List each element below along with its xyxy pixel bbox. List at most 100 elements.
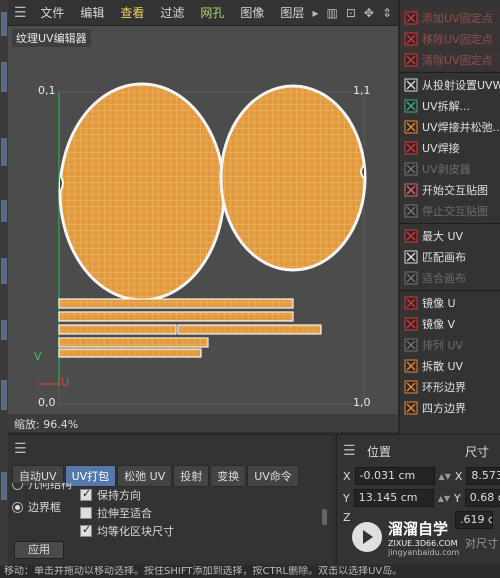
cmd-mirror-v[interactable]: 镜像 V [400, 314, 500, 334]
cmd-label: UV焊接 [422, 142, 460, 155]
menu-view[interactable]: 查看 [112, 4, 152, 21]
menu-image[interactable]: 图像 [232, 4, 272, 21]
cmd-label: 清除UV固定点 [422, 54, 493, 67]
cmd-stop-interactive-map[interactable]: 停止交互贴图 [400, 201, 500, 221]
mirror-u-icon [404, 296, 418, 310]
props-menu-icon[interactable]: ☰ [343, 443, 356, 459]
position-x-row: X -0.031 cm ▲▼ X 8.573 c [343, 467, 500, 485]
cmd-mirror-u[interactable]: 镜像 U [400, 293, 500, 313]
position-y-label: Y [343, 491, 350, 505]
panel-scrollbar[interactable] [322, 509, 327, 525]
menu-hamburger-icon[interactable]: ☰ [8, 5, 32, 21]
radio-bounding-box-label: 边界框 [28, 501, 61, 514]
size-x-label: X [454, 469, 463, 483]
bar-chart-icon[interactable]: ▥ [326, 6, 337, 20]
uv-strips[interactable] [58, 298, 322, 358]
check-stretch-fit-label: 拉伸至适合 [97, 507, 152, 520]
cmd-split-uv[interactable]: 拆散 UV [400, 356, 500, 376]
split-uv-icon [404, 359, 418, 373]
cmd-label: 镜像 V [422, 318, 456, 331]
cmd-label: 适合画布 [422, 272, 466, 285]
cmd-clear-uv-pin[interactable]: 清除UV固定点 [400, 50, 500, 70]
radio-bounding-box[interactable]: 边界框 [12, 499, 61, 515]
uv-island-left[interactable] [58, 82, 226, 302]
menu-file[interactable]: 文件 [32, 4, 72, 21]
cmd-uv-unwrap[interactable]: UV拆解... [400, 96, 500, 116]
menu-filter[interactable]: 过滤 [152, 4, 192, 21]
check-stretch-fit-box[interactable] [80, 507, 92, 519]
coord-top-right: 1,1 [353, 84, 371, 97]
check-stretch-fit[interactable]: 拉伸至适合 [80, 505, 152, 521]
tab-projection[interactable]: 投射 [173, 465, 210, 487]
cmd-quad-border[interactable]: 四方边界 [400, 398, 500, 418]
cmd-fit-canvas[interactable]: 适合画布 [400, 268, 500, 288]
move-icon[interactable]: ✥ [364, 6, 374, 20]
coord-top-left: 0,1 [38, 84, 56, 97]
position-z-label: Z [343, 511, 351, 524]
coord-bottom-left: 0,0 [38, 396, 56, 409]
weld-icon [404, 141, 418, 155]
cmd-uv-weld-relax[interactable]: UV焊接并松弛... [400, 117, 500, 137]
weld-relax-icon [404, 120, 418, 134]
cmd-maximize-uv[interactable]: 最大 UV [400, 226, 500, 246]
tab-uv-commands[interactable]: UV命令 [247, 465, 299, 487]
panel-menu-icon[interactable]: ☰ [14, 441, 27, 457]
tab-transform[interactable]: 变换 [210, 465, 247, 487]
panel-separator [400, 72, 500, 73]
cmd-ring-border[interactable]: 环形边界 [400, 377, 500, 397]
radio-geometry-dot[interactable] [12, 483, 23, 490]
position-y-spinner-icon[interactable]: ▲▼ [438, 494, 450, 503]
uv-viewport[interactable]: 纹理UV编辑器 0,1 1,1 0,0 1,0 V U 缩放: 96.4% [8, 26, 398, 432]
uv-canvas[interactable] [8, 26, 398, 432]
cmd-label: 添加UV固定点 [422, 12, 493, 25]
quad-border-icon [404, 401, 418, 415]
tab-relax-uv[interactable]: 松弛 UV [117, 465, 173, 487]
check-keep-orientation-label: 保持方向 [97, 489, 141, 502]
cmd-arrange-uv[interactable]: 排列 UV [400, 335, 500, 355]
pin-clear-icon [404, 53, 418, 67]
coord-bottom-right: 1,0 [353, 396, 371, 409]
check-equalize[interactable]: 均等化区块尺寸 [80, 523, 174, 539]
size-x-field[interactable]: 8.573 c [466, 467, 500, 485]
projection-icon [404, 78, 418, 92]
menu-edit[interactable]: 编辑 [72, 4, 112, 21]
uv-island-right[interactable] [219, 84, 367, 272]
cmd-uv-peeler[interactable]: UV剥皮器 [400, 159, 500, 179]
fit-canvas-disabled-icon [404, 271, 418, 285]
radio-bounding-box-dot[interactable] [12, 501, 23, 513]
check-keep-orientation[interactable]: 保持方向 [80, 487, 141, 503]
cmd-match-canvas[interactable]: 匹配画布 [400, 247, 500, 267]
radio-geometry[interactable]: 几何结构 [12, 483, 72, 491]
up-down-arrow-icon[interactable]: ⇕ [382, 6, 392, 20]
cmd-set-uvw-from-projection[interactable]: 从投射设置UVW [400, 75, 500, 95]
cmd-uv-weld[interactable]: UV焊接 [400, 138, 500, 158]
position-x-spinner-icon[interactable]: ▲▼ [439, 472, 451, 481]
position-y-field[interactable]: 13.145 cm [353, 489, 434, 507]
fit-canvas-icon [404, 250, 418, 264]
apply-button[interactable]: 应用 [14, 541, 64, 559]
position-x-field[interactable]: -0.031 cm [354, 467, 435, 485]
arrow-right-icon[interactable]: ▸ [312, 6, 318, 20]
tab-uv-pack[interactable]: UV打包 [64, 465, 117, 487]
menu-mesh[interactable]: 网孔 [192, 4, 232, 21]
check-equalize-box[interactable] [80, 523, 92, 537]
cmd-add-uv-pin[interactable]: 添加UV固定点 [400, 8, 500, 28]
stop-interactive-icon [404, 204, 418, 218]
size-y-label: Y [454, 491, 461, 505]
size-y-field[interactable]: 0.68 cm [464, 489, 500, 507]
cmd-label: UV焊接并松弛... [422, 121, 500, 134]
cmd-label: 移除UV固定点 [422, 33, 493, 46]
cmd-label: UV拆解... [422, 100, 471, 113]
cmd-label: 排列 UV [422, 339, 464, 352]
menu-layer[interactable]: 图层 [272, 4, 312, 21]
cmd-start-interactive-map[interactable]: 开始交互贴图 [400, 180, 500, 200]
check-keep-orientation-box[interactable] [80, 487, 92, 501]
cmd-remove-uv-pin[interactable]: 移除UV固定点 [400, 29, 500, 49]
cmd-label: UV剥皮器 [422, 163, 471, 176]
interactive-map-icon [404, 183, 418, 197]
radio-geometry-label: 几何结构 [28, 483, 72, 491]
maximize-uv-icon [404, 229, 418, 243]
cmd-label: 匹配画布 [422, 251, 466, 264]
lock-icon[interactable]: ⊡ [346, 6, 356, 20]
pin-remove-icon [404, 32, 418, 46]
